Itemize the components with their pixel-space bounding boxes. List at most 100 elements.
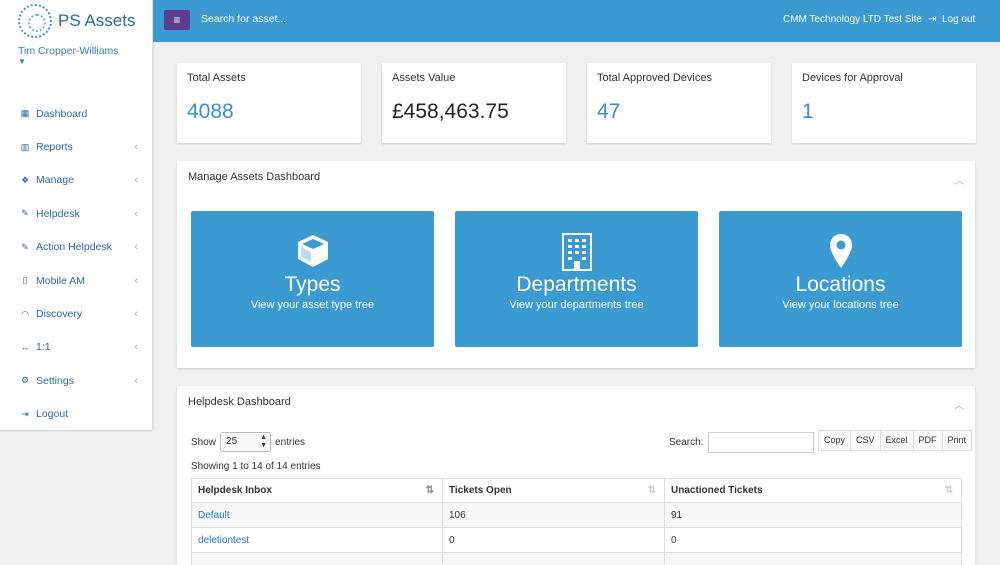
- table-row: deletiontest 0 0: [191, 527, 962, 553]
- column-header-tickets-open[interactable]: Tickets Open ⇅: [442, 478, 665, 503]
- table-cell: deletiontest: [191, 527, 443, 553]
- asset-search-input[interactable]: Search for asset...: [201, 13, 286, 25]
- sidebar-item-discovery[interactable]: ◠ Discovery ‹: [0, 297, 152, 330]
- tile-title: Locations: [795, 273, 886, 296]
- manage-assets-panel: Manage Assets Dashboard ︿ Types View you…: [177, 161, 975, 368]
- table-search: Search:: [669, 432, 815, 453]
- table-cell: Default: [191, 502, 443, 528]
- chevron-left-icon: ‹: [134, 308, 138, 321]
- chevron-left-icon: ‹: [134, 241, 138, 254]
- print-button[interactable]: Print: [941, 430, 973, 451]
- sidebar-item-dashboard[interactable]: ▦ Dashboard: [0, 97, 152, 130]
- chevron-left-icon: ‹: [134, 374, 138, 387]
- stat-value: 4088: [187, 100, 234, 123]
- entries-label: entries: [275, 436, 306, 448]
- pdf-button[interactable]: PDF: [912, 430, 943, 451]
- brand[interactable]: PS Assets: [0, 0, 152, 42]
- cube-icon: [297, 235, 328, 267]
- table-cell: [191, 552, 443, 565]
- logo-icon: [18, 4, 52, 38]
- locations-tile[interactable]: Locations View your locations tree: [719, 211, 962, 347]
- sidebar-item-label: Logout: [36, 408, 69, 421]
- helpdesk-panel: Helpdesk Dashboard ︿ Show 25 ▲ ▼ entries …: [177, 386, 975, 565]
- sidebar-item-label: Helpdesk: [36, 207, 80, 220]
- sidebar-item-1-1[interactable]: ↔ 1:1 ‹: [0, 331, 152, 364]
- select-arrows-icon: ▲ ▼: [260, 434, 268, 449]
- sign-out-icon: ⇥: [928, 14, 937, 25]
- types-tile[interactable]: Types View your asset type tree: [191, 211, 434, 347]
- stat-value: 1: [802, 100, 814, 123]
- sort-asc-icon: ⇅: [425, 485, 434, 496]
- map-marker-icon: [829, 234, 852, 268]
- cubes-icon: ❖: [20, 174, 30, 185]
- inbox-link[interactable]: Default: [198, 510, 230, 521]
- excel-button[interactable]: Excel: [879, 430, 914, 451]
- mobile-icon: ▯: [22, 275, 28, 286]
- sidebar-item-label: Dashboard: [36, 107, 88, 120]
- tile-subtitle: View your locations tree: [782, 299, 899, 311]
- tile-title: Types: [284, 273, 341, 296]
- sidebar-item-settings[interactable]: ⚙ Settings ‹: [0, 364, 152, 397]
- csv-button[interactable]: CSV: [850, 430, 881, 451]
- stat-title: Devices for Approval: [802, 72, 903, 84]
- stat-title: Total Approved Devices: [597, 72, 712, 84]
- sidebar-item-label: Manage: [36, 174, 74, 187]
- stat-card-assets-value: Assets Value £458,463.75: [382, 63, 566, 143]
- table-search-input[interactable]: [708, 432, 815, 453]
- table-cell: 0: [664, 527, 962, 553]
- sort-icon: ⇅: [944, 485, 953, 496]
- sidebar-item-manage[interactable]: ❖ Manage ‹: [0, 164, 152, 197]
- bar-chart-icon: ▥: [20, 141, 30, 152]
- logout-label: Log out: [941, 14, 976, 25]
- dashboard-icon: ▦: [20, 108, 30, 119]
- wrench-icon: ✎: [21, 241, 29, 252]
- entries-select[interactable]: 25 ▲ ▼: [220, 432, 272, 452]
- panel-title: Helpdesk Dashboard: [188, 396, 291, 408]
- column-label: Tickets Open: [449, 485, 512, 496]
- sidebar-item-label: Discovery: [36, 308, 83, 321]
- wifi-icon: ◠: [21, 308, 29, 319]
- inbox-link[interactable]: deletiontest: [198, 535, 249, 546]
- logout-link[interactable]: ⇥ Log out: [928, 14, 975, 25]
- column-header-unactioned[interactable]: Unactioned Tickets ⇅: [664, 478, 962, 503]
- tile-title: Departments: [516, 273, 637, 296]
- site-name: CMM Technology LTD Test Site: [783, 14, 922, 25]
- table-cell: 0: [442, 527, 665, 553]
- menu-toggle-button[interactable]: ≡: [164, 10, 190, 30]
- sidebar-item-label: Mobile AM: [36, 274, 86, 287]
- stat-title: Assets Value: [392, 72, 456, 84]
- table-row: Default 106 91: [191, 502, 962, 528]
- stat-card-total-assets: Total Assets 4088: [177, 63, 361, 143]
- tile-subtitle: View your departments tree: [509, 299, 644, 311]
- column-label: Helpdesk Inbox: [198, 485, 272, 496]
- chevron-left-icon: ‹: [134, 174, 138, 187]
- show-label: Show: [191, 436, 217, 448]
- copy-button[interactable]: Copy: [818, 430, 852, 451]
- sign-out-icon: ⇥: [21, 408, 29, 419]
- stat-title: Total Assets: [187, 72, 246, 84]
- cogs-icon: ⚙: [20, 375, 30, 386]
- user-name[interactable]: Tim Cropper-Williams: [0, 42, 152, 57]
- tile-subtitle: View your asset type tree: [250, 299, 375, 311]
- stat-value: £458,463.75: [392, 100, 509, 123]
- sidebar-item-mobile-am[interactable]: ▯ Mobile AM ‹: [0, 264, 152, 297]
- sidebar-item-reports[interactable]: ▥ Reports ‹: [0, 130, 152, 163]
- table-cell: [442, 552, 665, 565]
- departments-tile[interactable]: Departments View your departments tree: [455, 211, 698, 347]
- column-header-inbox[interactable]: Helpdesk Inbox ⇅: [191, 478, 443, 503]
- chevron-left-icon: ‹: [134, 207, 138, 220]
- sidebar-nav: ▦ Dashboard ▥ Reports ‹ ❖ Manage ‹ ✎ Helpdesk ‹ ✎ Ac…: [0, 97, 152, 431]
- sidebar-item-label: 1:1: [36, 341, 51, 354]
- sidebar-item-helpdesk[interactable]: ✎ Helpdesk ‹: [0, 197, 152, 230]
- sidebar-item-action-helpdesk[interactable]: ✎ Action Helpdesk ‹: [0, 231, 152, 264]
- table-info: Showing 1 to 14 of 14 entries: [191, 461, 321, 472]
- table-cell: 91: [664, 502, 962, 528]
- brand-name: PS Assets: [58, 11, 136, 30]
- caret-down-icon[interactable]: ▼: [0, 57, 152, 67]
- building-icon: [561, 233, 592, 271]
- search-label: Search:: [669, 437, 704, 448]
- wrench-icon: ✎: [21, 208, 29, 219]
- chevron-up-icon[interactable]: ︿: [954, 397, 964, 412]
- sidebar-item-logout[interactable]: ⇥ Logout: [0, 398, 152, 431]
- chevron-up-icon[interactable]: ︿: [954, 172, 964, 187]
